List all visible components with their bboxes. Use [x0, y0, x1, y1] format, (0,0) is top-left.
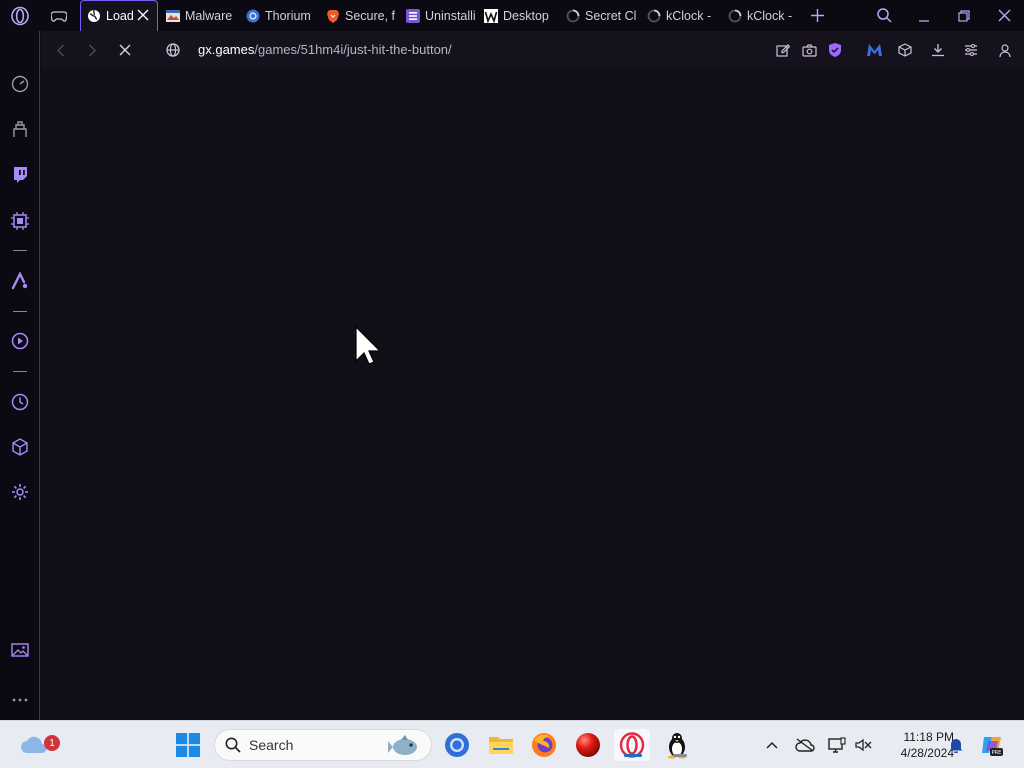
back-arrow-icon[interactable] [49, 31, 71, 69]
gallery-image-icon[interactable] [0, 637, 40, 663]
tab-malware[interactable]: Malware [160, 0, 238, 31]
aria-ai-icon[interactable] [0, 268, 40, 294]
tab-label: Malware [185, 8, 233, 23]
tab-bar: Load Malware Thorium Secure, f Uninstall… [0, 0, 1024, 31]
forward-arrow-icon[interactable] [81, 31, 103, 69]
malwarebytes-icon[interactable] [863, 31, 885, 69]
tab-label: Uninstalli [425, 8, 476, 23]
tab-uninstall[interactable]: Uninstalli [400, 0, 476, 31]
thorium-icon [246, 9, 260, 23]
close-tab-icon[interactable] [137, 9, 149, 24]
minimize-icon[interactable] [904, 0, 944, 31]
sidebar-divider [13, 311, 27, 312]
chevron-up-icon[interactable] [762, 733, 782, 757]
history-clock-icon[interactable] [0, 389, 40, 415]
mouse-cursor-icon [355, 325, 382, 366]
windows-start-icon[interactable] [172, 729, 204, 761]
onedrive-offline-icon[interactable] [793, 733, 817, 757]
globe-icon [87, 9, 101, 23]
player-icon[interactable] [0, 328, 40, 354]
chromium-icon[interactable] [441, 729, 473, 761]
camera-icon[interactable] [799, 31, 819, 69]
search-placeholder: Search [249, 737, 294, 753]
windows-taskbar: 1 Search 11:18 PM 4/28/2024 PRE [0, 720, 1024, 768]
tab-kclock-2[interactable]: kClock - [722, 0, 800, 31]
snapshot-edit-icon[interactable] [773, 31, 793, 69]
clock-date: 4/28/2024 [900, 746, 954, 760]
brave-icon [326, 9, 340, 23]
url-host: gx.games [198, 42, 255, 57]
running-indicator [673, 754, 687, 757]
close-window-icon[interactable] [984, 0, 1024, 31]
easy-setup-sliders-icon[interactable] [961, 31, 981, 69]
restore-icon[interactable] [944, 0, 984, 31]
hardware-limiter-icon[interactable] [0, 208, 40, 234]
loading-spinner-icon [647, 9, 661, 23]
search-icon [225, 737, 241, 753]
tab-secret[interactable]: Secret Cl [560, 0, 638, 31]
taskbar-search-box[interactable]: Search [214, 729, 432, 761]
tab-label: kClock - [747, 8, 793, 23]
twitch-icon[interactable] [0, 162, 40, 188]
clock-time: 11:18 PM [903, 730, 954, 744]
address-bar: gx.games/games/51hm4i/just-hit-the-butto… [41, 31, 1024, 69]
stop-loading-icon[interactable] [114, 31, 136, 69]
firefox-icon[interactable] [528, 729, 560, 761]
running-indicator [624, 754, 642, 757]
tab-label: Secure, f [345, 8, 396, 23]
weather-cloud-icon[interactable]: 1 [14, 729, 60, 761]
site-info-globe-icon[interactable] [163, 31, 183, 69]
tab-label: kClock - [666, 8, 712, 23]
opera-gx-icon[interactable] [614, 729, 650, 761]
new-tab-plus-icon[interactable] [806, 0, 828, 31]
url-field[interactable]: gx.games/games/51hm4i/just-hit-the-butto… [198, 42, 452, 57]
opera-gx-menu-icon[interactable] [6, 0, 34, 31]
profile-icon[interactable] [995, 31, 1015, 69]
notification-bell-icon[interactable] [945, 733, 967, 757]
sidebar-divider [13, 371, 27, 372]
gx-corner-icon[interactable] [0, 117, 40, 143]
download-icon[interactable] [928, 31, 948, 69]
tab-kclock-1[interactable]: kClock - [641, 0, 719, 31]
sidebar [0, 31, 40, 720]
display-device-icon[interactable] [825, 733, 849, 757]
copilot-preview-icon[interactable]: PRE [978, 733, 1006, 757]
tab-label: Secret Cl [585, 8, 637, 23]
w-logo-icon [484, 8, 498, 23]
sidebar-divider [13, 250, 27, 251]
notification-badge: 1 [44, 735, 60, 751]
network-volume-muted-icon[interactable] [851, 733, 875, 757]
loading-spinner-icon [728, 9, 742, 23]
vpn-shield-icon[interactable] [825, 31, 845, 69]
list-app-icon [406, 8, 420, 23]
settings-gear-icon[interactable] [0, 479, 40, 505]
tab-loading[interactable]: Load [80, 0, 158, 31]
tab-label: Thorium [265, 8, 311, 23]
tab-label: Desktop [503, 8, 549, 23]
linux-penguin-icon[interactable] [661, 729, 693, 761]
red-ball-app-icon[interactable] [572, 729, 604, 761]
search-highlight-fish-icon [387, 733, 421, 759]
svg-text:PRE: PRE [992, 750, 1002, 756]
tab-brave[interactable]: Secure, f [320, 0, 398, 31]
extensions-cube-icon[interactable] [0, 434, 40, 460]
extensions-box-icon[interactable] [895, 31, 915, 69]
search-tabs-icon[interactable] [872, 0, 896, 31]
system-clock[interactable]: 11:18 PM 4/28/2024 [878, 729, 954, 761]
speed-dial-icon[interactable] [0, 71, 40, 97]
tab-desktop[interactable]: Desktop [478, 0, 556, 31]
tab-label: Load [106, 9, 134, 23]
more-dots-icon[interactable] [0, 687, 40, 713]
file-explorer-icon[interactable] [485, 729, 517, 761]
tab-thorium[interactable]: Thorium [240, 0, 318, 31]
page-content-area[interactable] [41, 69, 1024, 720]
gamepad-icon[interactable] [46, 0, 72, 31]
malware-site-icon [166, 9, 180, 23]
url-path: /games/51hm4i/just-hit-the-button/ [254, 42, 452, 57]
loading-spinner-icon [566, 9, 580, 23]
